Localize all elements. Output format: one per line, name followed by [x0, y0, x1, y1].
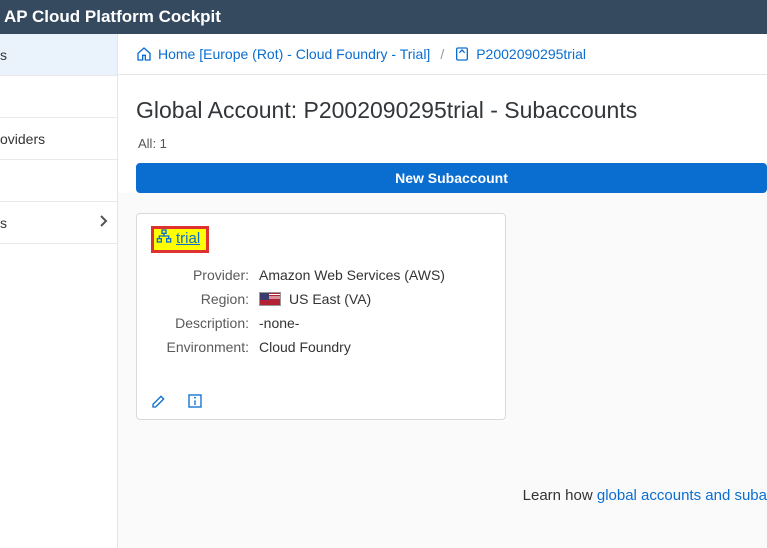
breadcrumb-separator: /: [440, 46, 444, 62]
sidebar: s oviders s: [0, 34, 118, 548]
card-actions: [151, 385, 491, 409]
account-icon: [454, 46, 470, 62]
breadcrumb-home-label: Home [Europe (Rot) - Cloud Foundry - Tri…: [158, 46, 430, 62]
new-subaccount-button[interactable]: New Subaccount: [136, 163, 767, 193]
all-count: All: 1: [118, 136, 767, 163]
field-label: Provider:: [151, 267, 249, 283]
sidebar-item-label: s: [0, 215, 99, 231]
card-title-highlight: trial: [151, 226, 209, 253]
subaccount-card: trial Provider: Amazon Web Services (AWS…: [136, 213, 506, 420]
field-region: Region: US East (VA): [151, 291, 491, 307]
region-text: US East (VA): [289, 291, 371, 307]
sidebar-item-4[interactable]: s: [0, 202, 117, 244]
sidebar-item-label: s: [0, 47, 113, 63]
app-title: AP Cloud Platform Cockpit: [4, 7, 221, 27]
sidebar-item-3[interactable]: [0, 160, 117, 202]
home-icon: [136, 46, 152, 62]
us-flag-icon: [259, 292, 281, 306]
breadcrumb-account-label: P2002090295trial: [476, 46, 586, 62]
field-value: Cloud Foundry: [259, 339, 491, 355]
field-label: Environment:: [151, 339, 249, 355]
field-provider: Provider: Amazon Web Services (AWS): [151, 267, 491, 283]
page-title: Global Account: P2002090295trial - Subac…: [118, 75, 767, 124]
sidebar-item-0[interactable]: s: [0, 34, 117, 76]
field-value: -none-: [259, 315, 491, 331]
sidebar-item-2[interactable]: oviders: [0, 118, 117, 160]
learn-prefix: Learn how: [523, 487, 597, 504]
field-environment: Environment: Cloud Foundry: [151, 339, 491, 355]
chevron-right-icon: [99, 214, 109, 231]
info-icon[interactable]: [187, 393, 203, 409]
sidebar-item-1[interactable]: [0, 76, 117, 118]
learn-text: Learn how global accounts and suba: [523, 487, 767, 504]
top-bar: AP Cloud Platform Cockpit: [0, 0, 767, 34]
field-label: Description:: [151, 315, 249, 331]
breadcrumb-home[interactable]: Home [Europe (Rot) - Cloud Foundry - Tri…: [136, 46, 430, 62]
sidebar-item-label: oviders: [0, 131, 109, 147]
subaccount-link[interactable]: trial: [156, 229, 200, 247]
learn-link[interactable]: global accounts and suba: [597, 487, 767, 504]
card-fields: Provider: Amazon Web Services (AWS) Regi…: [151, 267, 491, 355]
breadcrumb: Home [Europe (Rot) - Cloud Foundry - Tri…: [118, 34, 767, 74]
field-value: US East (VA): [259, 291, 491, 307]
field-description: Description: -none-: [151, 315, 491, 331]
subaccount-name: trial: [176, 230, 200, 247]
field-value: Amazon Web Services (AWS): [259, 267, 491, 283]
field-label: Region:: [151, 291, 249, 307]
breadcrumb-account[interactable]: P2002090295trial: [454, 46, 586, 62]
hierarchy-icon: [156, 229, 172, 247]
edit-icon[interactable]: [151, 393, 167, 409]
